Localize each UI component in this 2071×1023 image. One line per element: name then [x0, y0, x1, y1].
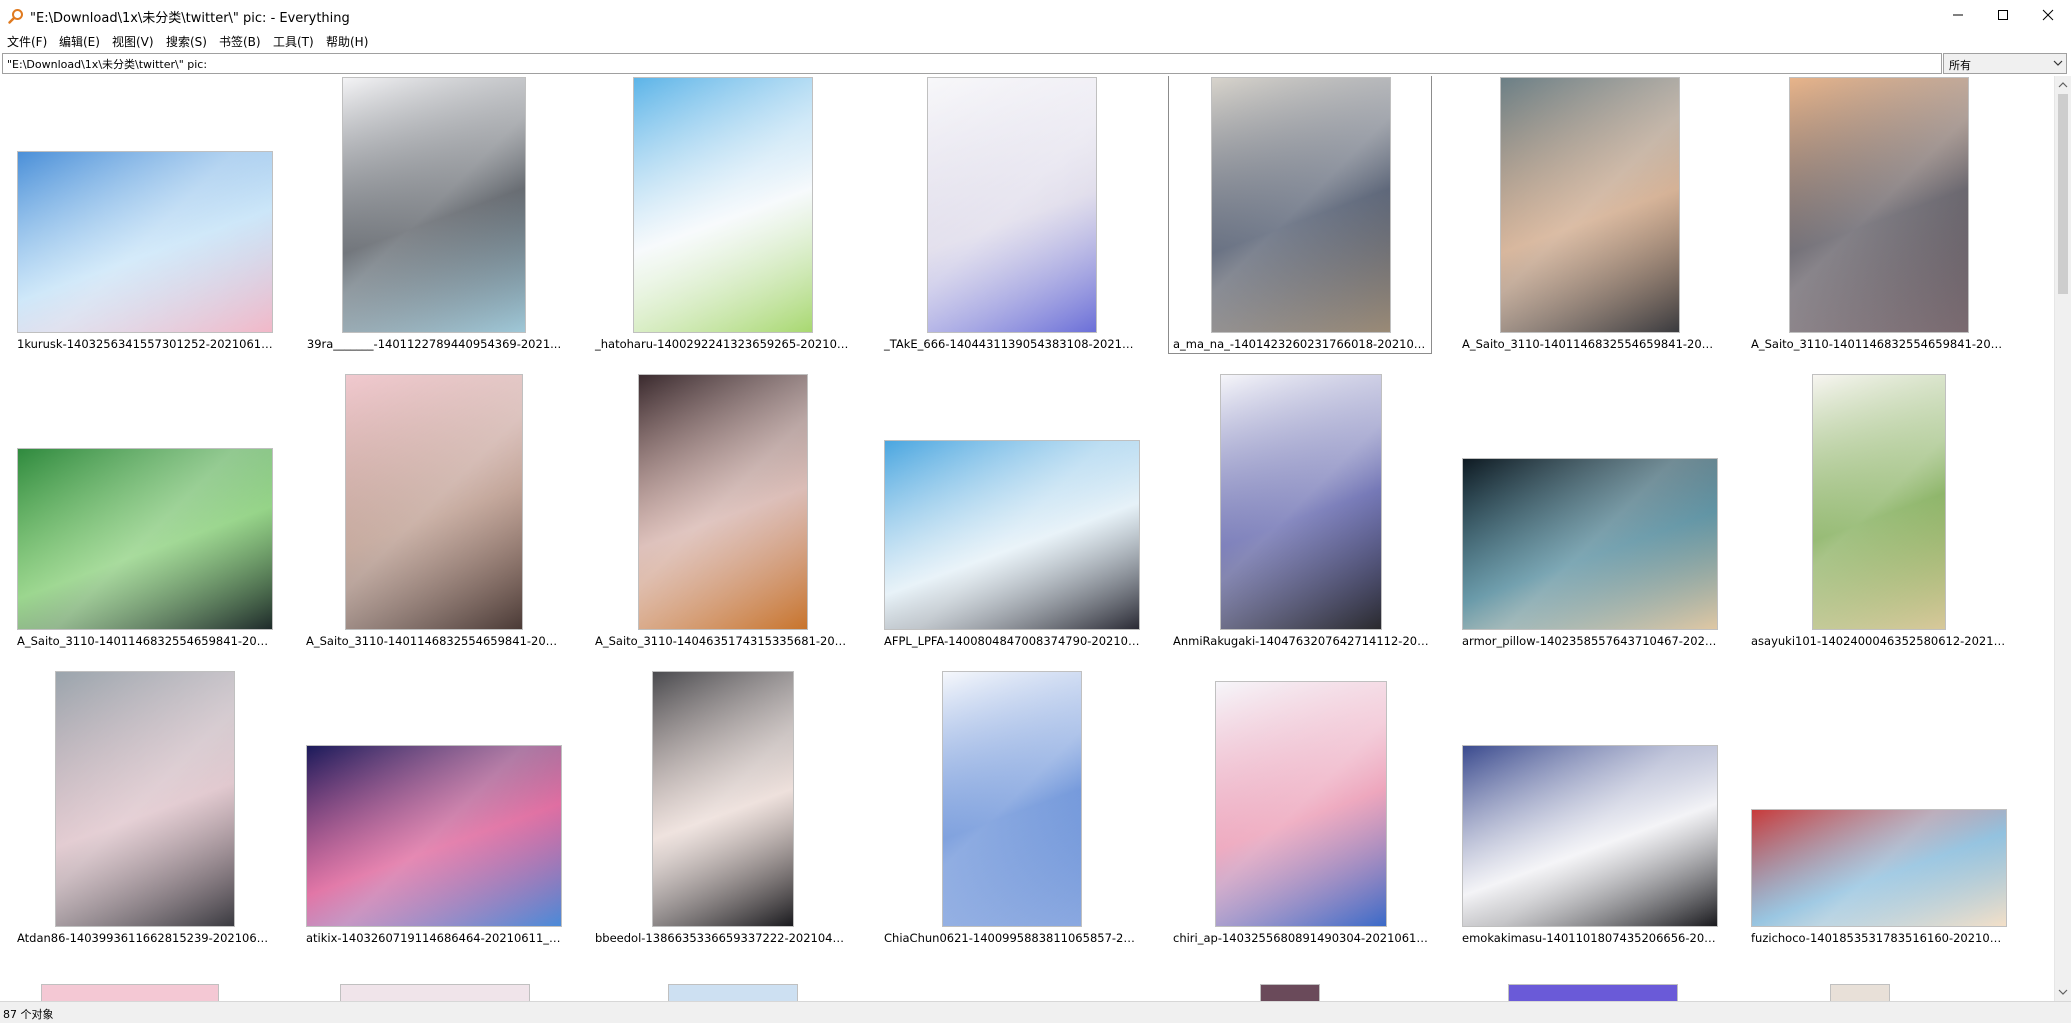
window-title: "E:\Download\1x\未分类\twitter\" pic: - Eve… — [30, 11, 350, 26]
status-bar: 87 个对象 — [0, 1001, 2071, 1023]
menu-edit[interactable]: 编辑(E) — [59, 33, 100, 50]
file-tile[interactable]: A_Saito_3110-1404635174315335681-2021... — [590, 366, 855, 651]
search-row: 所有 — [0, 53, 2071, 75]
image-thumbnail[interactable] — [633, 77, 813, 333]
file-name-label: _TAkE_666-1404431139054383108-202106... — [884, 337, 1144, 351]
file-name-label: AnmiRakugaki-1404763207642714112-202... — [1173, 634, 1433, 648]
file-tile[interactable]: chiri_ap-1403255680891490304-20210611... — [1168, 663, 1433, 948]
file-name-label: 1kurusk-1403256341557301252-20210611... — [17, 337, 277, 351]
maximize-icon — [1998, 10, 2008, 20]
file-tile[interactable]: 1kurusk-1403256341557301252-20210611... — [12, 76, 277, 354]
search-input[interactable] — [2, 53, 1942, 74]
file-tile[interactable]: Atdan86-1403993611662815239-20210613... — [12, 663, 277, 948]
maximize-button[interactable] — [1980, 0, 2026, 30]
file-tile[interactable]: _hatoharu-1400292241323659265-202106... — [590, 76, 855, 354]
image-thumbnail[interactable] — [342, 77, 526, 333]
file-name-label: atikix-1403260719114686464-20210611_1... — [306, 931, 566, 945]
file-name-label: asayuki101-1402400046352580612-202106... — [1751, 634, 2011, 648]
image-thumbnail[interactable] — [1462, 745, 1718, 927]
image-thumbnail[interactable] — [652, 671, 794, 927]
file-tile[interactable]: 39ra_______-1401122789440954369-2021... — [301, 76, 565, 354]
object-count: 87 个对象 — [3, 1008, 54, 1021]
file-tile[interactable]: atikix-1403260719114686464-20210611_1... — [301, 663, 566, 948]
file-tile[interactable]: asayuki101-1402400046352580612-202106... — [1746, 366, 2011, 651]
file-tile[interactable]: armor_pillow-1402358557643710467-2021... — [1457, 366, 1722, 651]
filter-dropdown[interactable]: 所有 — [1943, 53, 2067, 74]
menu-file[interactable]: 文件(F) — [7, 33, 47, 50]
image-thumbnail-partial[interactable] — [1830, 984, 1890, 1001]
image-thumbnail[interactable] — [1500, 77, 1680, 333]
image-thumbnail-partial[interactable] — [41, 984, 219, 1001]
file-name-label: bbeedol-1386635336659337222-20210426... — [595, 931, 855, 945]
file-tile[interactable]: emokakimasu-1401101807435206656-202... — [1457, 663, 1722, 948]
menu-search[interactable]: 搜索(S) — [166, 33, 207, 50]
file-tile[interactable]: A_Saito_3110-1401146832554659841-2021... — [12, 366, 277, 651]
menu-tools[interactable]: 工具(T) — [273, 33, 314, 50]
filter-selected-label: 所有 — [1949, 59, 1971, 72]
scrollbar-thumb[interactable] — [2058, 94, 2068, 294]
file-tile[interactable]: _TAkE_666-1404431139054383108-202106... — [879, 76, 1144, 354]
image-thumbnail[interactable] — [1215, 681, 1387, 927]
image-thumbnail[interactable] — [1211, 77, 1391, 333]
image-thumbnail[interactable] — [17, 151, 273, 333]
image-thumbnail[interactable] — [306, 745, 562, 927]
file-name-label: A_Saito_3110-1401146832554659841-2021... — [17, 634, 277, 648]
image-thumbnail-partial[interactable] — [668, 984, 798, 1001]
image-thumbnail[interactable] — [638, 374, 808, 630]
file-name-label: fuzichoco-1401853531783516160-2021060... — [1751, 931, 2011, 945]
file-tile[interactable]: A_Saito_3110-1401146832554659841-2021... — [301, 366, 566, 651]
file-tile[interactable]: AFPL_LPFA-1400804847008374790-202106... — [879, 366, 1144, 651]
title-bar[interactable]: "E:\Download\1x\未分类\twitter\" pic: - Eve… — [0, 0, 2071, 32]
file-tile[interactable]: AnmiRakugaki-1404763207642714112-202... — [1168, 366, 1433, 651]
image-thumbnail[interactable] — [17, 448, 273, 630]
file-tile[interactable]: A_Saito_3110-1401146832554659841-2021... — [1746, 76, 2011, 354]
image-thumbnail[interactable] — [1751, 809, 2007, 927]
file-name-label: _hatoharu-1400292241323659265-202106... — [595, 337, 855, 351]
thumbnail-grid[interactable]: 1kurusk-1403256341557301252-20210611... 3… — [0, 76, 2053, 1001]
image-thumbnail[interactable] — [942, 671, 1082, 927]
menu-bookmarks[interactable]: 书签(B) — [219, 33, 261, 50]
minimize-button[interactable] — [1935, 0, 1981, 30]
file-tile[interactable]: A_Saito_3110-1401146832554659841-2021... — [1457, 76, 1722, 354]
image-thumbnail[interactable] — [1789, 77, 1969, 333]
file-name-label: armor_pillow-1402358557643710467-2021... — [1462, 634, 1722, 648]
image-thumbnail[interactable] — [927, 77, 1097, 333]
close-icon — [2042, 9, 2054, 21]
file-name-label: ChiaChun0621-1400995883811065857-202... — [884, 931, 1144, 945]
file-name-label: A_Saito_3110-1401146832554659841-2021... — [1462, 337, 1722, 351]
image-thumbnail-partial[interactable] — [340, 984, 530, 1001]
image-thumbnail[interactable] — [1220, 374, 1382, 630]
image-thumbnail[interactable] — [345, 374, 523, 630]
chevron-down-icon — [2053, 60, 2063, 66]
minimize-icon — [1953, 14, 1963, 16]
file-name-label: Atdan86-1403993611662815239-20210613... — [17, 931, 277, 945]
file-name-label: A_Saito_3110-1404635174315335681-2021... — [595, 634, 855, 648]
close-button[interactable] — [2025, 0, 2071, 30]
menu-bar: 文件(F) 编辑(E) 视图(V) 搜索(S) 书签(B) 工具(T) 帮助(H… — [0, 32, 2071, 52]
file-tile[interactable]: a_ma_na_-1401423260231766018-202106... — [1168, 76, 1432, 354]
file-tile[interactable]: bbeedol-1386635336659337222-20210426... — [590, 663, 855, 948]
image-thumbnail-partial[interactable] — [1508, 984, 1678, 1001]
file-name-label: A_Saito_3110-1401146832554659841-2021... — [306, 634, 566, 648]
file-name-label: a_ma_na_-1401423260231766018-202106... — [1173, 337, 1433, 351]
menu-help[interactable]: 帮助(H) — [326, 33, 368, 50]
file-tile[interactable]: fuzichoco-1401853531783516160-2021060... — [1746, 663, 2011, 948]
file-name-label: chiri_ap-1403255680891490304-20210611... — [1173, 931, 1433, 945]
menu-view[interactable]: 视图(V) — [112, 33, 154, 50]
image-thumbnail-partial[interactable] — [1260, 984, 1320, 1001]
file-tile[interactable]: ChiaChun0621-1400995883811065857-202... — [879, 663, 1144, 948]
file-name-label: AFPL_LPFA-1400804847008374790-202106... — [884, 634, 1144, 648]
vertical-scrollbar[interactable] — [2054, 76, 2071, 1001]
image-thumbnail[interactable] — [55, 671, 235, 927]
file-name-label: emokakimasu-1401101807435206656-202... — [1462, 931, 1722, 945]
image-thumbnail[interactable] — [884, 440, 1140, 630]
file-name-label: 39ra_______-1401122789440954369-2021... — [306, 337, 562, 351]
everything-app-icon — [8, 9, 23, 24]
file-name-label: A_Saito_3110-1401146832554659841-2021... — [1751, 337, 2011, 351]
scroll-down-arrow-icon[interactable] — [2058, 987, 2068, 997]
image-thumbnail[interactable] — [1462, 458, 1718, 630]
image-thumbnail[interactable] — [1812, 374, 1946, 630]
scroll-up-arrow-icon[interactable] — [2058, 80, 2068, 90]
